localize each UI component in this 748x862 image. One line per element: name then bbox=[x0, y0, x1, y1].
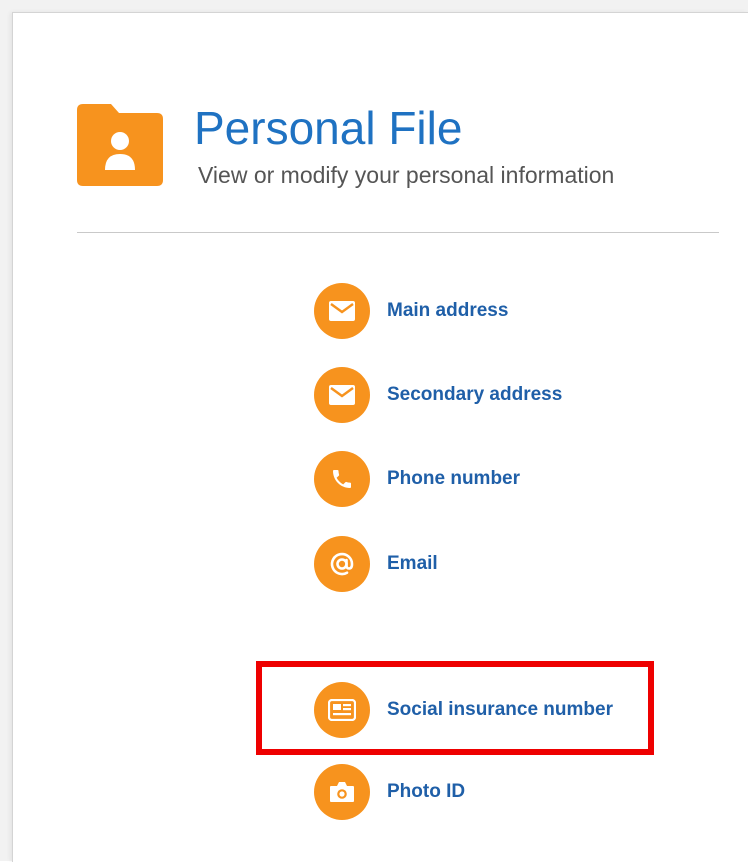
envelope-icon bbox=[314, 367, 370, 423]
menu-item-label: Phone number bbox=[387, 468, 521, 489]
camera-icon bbox=[314, 764, 370, 820]
menu-item-label: Social insurance number bbox=[387, 699, 613, 720]
menu-item-label: Main address bbox=[387, 300, 509, 321]
menu-item-email[interactable]: Email bbox=[314, 536, 644, 592]
menu-item-label: Secondary address bbox=[387, 384, 563, 405]
menu-item-social-insurance-number[interactable]: Social insurance number bbox=[314, 682, 644, 738]
envelope-icon bbox=[314, 283, 370, 339]
menu-item-label: Photo ID bbox=[387, 781, 466, 802]
header-divider bbox=[77, 232, 719, 233]
menu-item-photo-id[interactable]: Photo ID bbox=[314, 764, 644, 820]
menu-item-main-address[interactable]: Main address bbox=[314, 283, 644, 339]
menu-item-label: Email bbox=[387, 553, 438, 574]
id-card-icon bbox=[314, 682, 370, 738]
at-sign-icon bbox=[314, 536, 370, 592]
phone-icon bbox=[314, 451, 370, 507]
page-subtitle: View or modify your personal information bbox=[198, 162, 615, 188]
folder-person-icon bbox=[77, 104, 163, 186]
menu-item-secondary-address[interactable]: Secondary address bbox=[314, 367, 644, 423]
menu-item-phone-number[interactable]: Phone number bbox=[314, 451, 644, 507]
page-title: Personal File bbox=[194, 102, 463, 154]
screenshot-frame: Personal File View or modify your person… bbox=[0, 0, 748, 862]
